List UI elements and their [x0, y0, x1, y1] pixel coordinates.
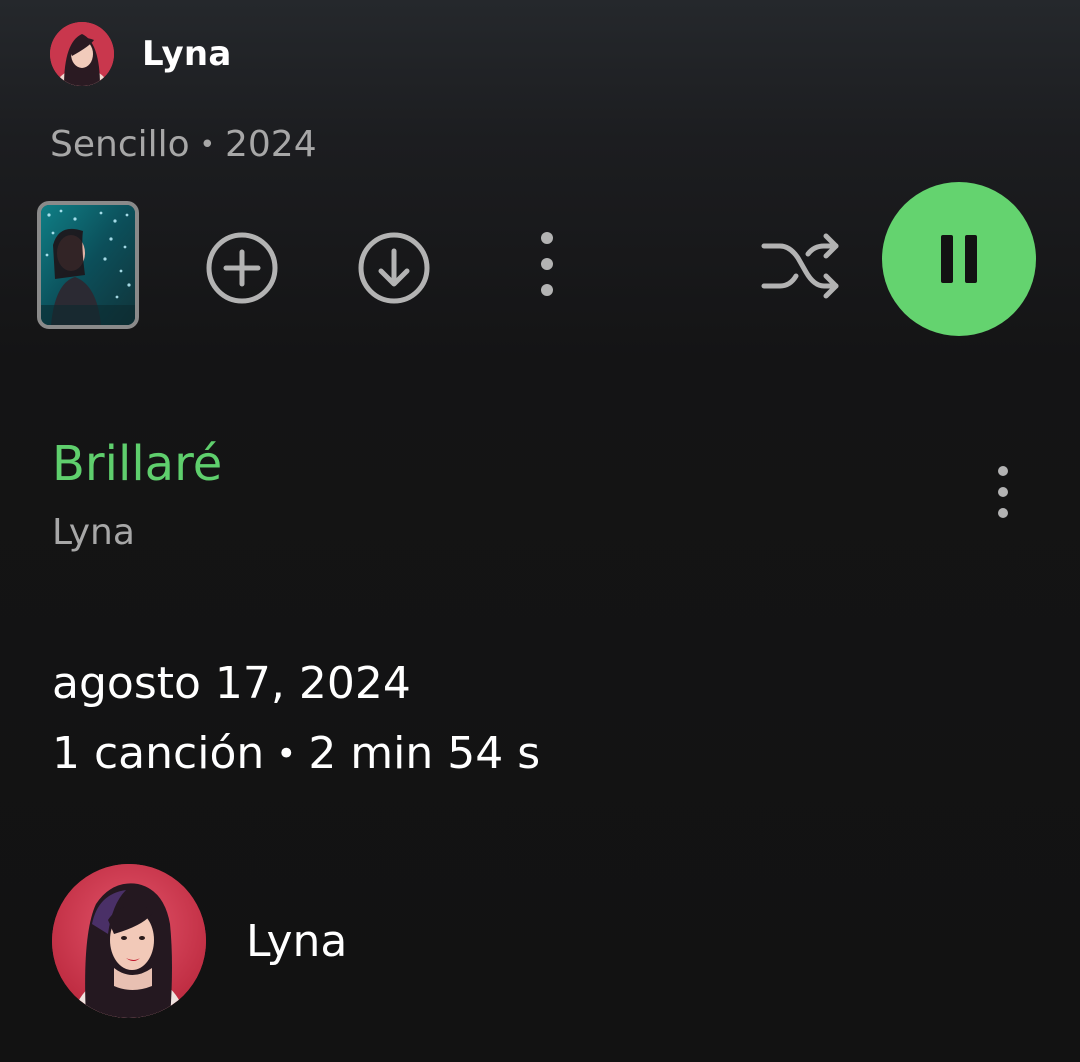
add-to-library-button[interactable] [204, 230, 280, 306]
track-title[interactable]: Brillaré [52, 436, 222, 492]
track-artist: Lyna [52, 512, 135, 553]
artist-card[interactable]: Lyna [52, 864, 347, 1018]
artist-card-name: Lyna [246, 915, 348, 967]
artist-avatar-small [50, 22, 114, 86]
total-duration: 2 min 54 s [308, 728, 541, 779]
more-vertical-icon [998, 466, 1008, 518]
song-count: 1 canción [52, 728, 265, 779]
release-date: agosto 17, 2024 [52, 658, 411, 709]
play-pause-button[interactable] [882, 182, 1036, 336]
release-type: Sencillo [50, 124, 190, 165]
album-thumbnail[interactable] [37, 201, 139, 329]
download-button[interactable] [356, 230, 432, 306]
shuffle-icon [761, 233, 839, 299]
download-circle-icon [358, 232, 430, 304]
album-art-image [41, 205, 135, 325]
release-meta: 1 canción • 2 min 54 s [52, 728, 540, 779]
artist-avatar-large [52, 864, 206, 1018]
pause-icon [941, 235, 977, 283]
more-vertical-icon [541, 232, 553, 296]
avatar-portrait-icon [52, 864, 206, 1018]
track-more-options-button[interactable] [978, 460, 1028, 530]
shuffle-button[interactable] [758, 228, 844, 304]
add-circle-icon [206, 232, 278, 304]
header-artist-row[interactable]: Lyna [50, 22, 231, 86]
avatar-portrait-icon [50, 22, 114, 86]
more-options-button[interactable] [521, 226, 573, 306]
release-year: 2024 [224, 124, 317, 165]
subtitle-separator: • [199, 129, 215, 160]
release-subtitle: Sencillo • 2024 [50, 124, 317, 165]
artist-name-header: Lyna [142, 34, 232, 74]
meta-separator: • [276, 733, 297, 774]
